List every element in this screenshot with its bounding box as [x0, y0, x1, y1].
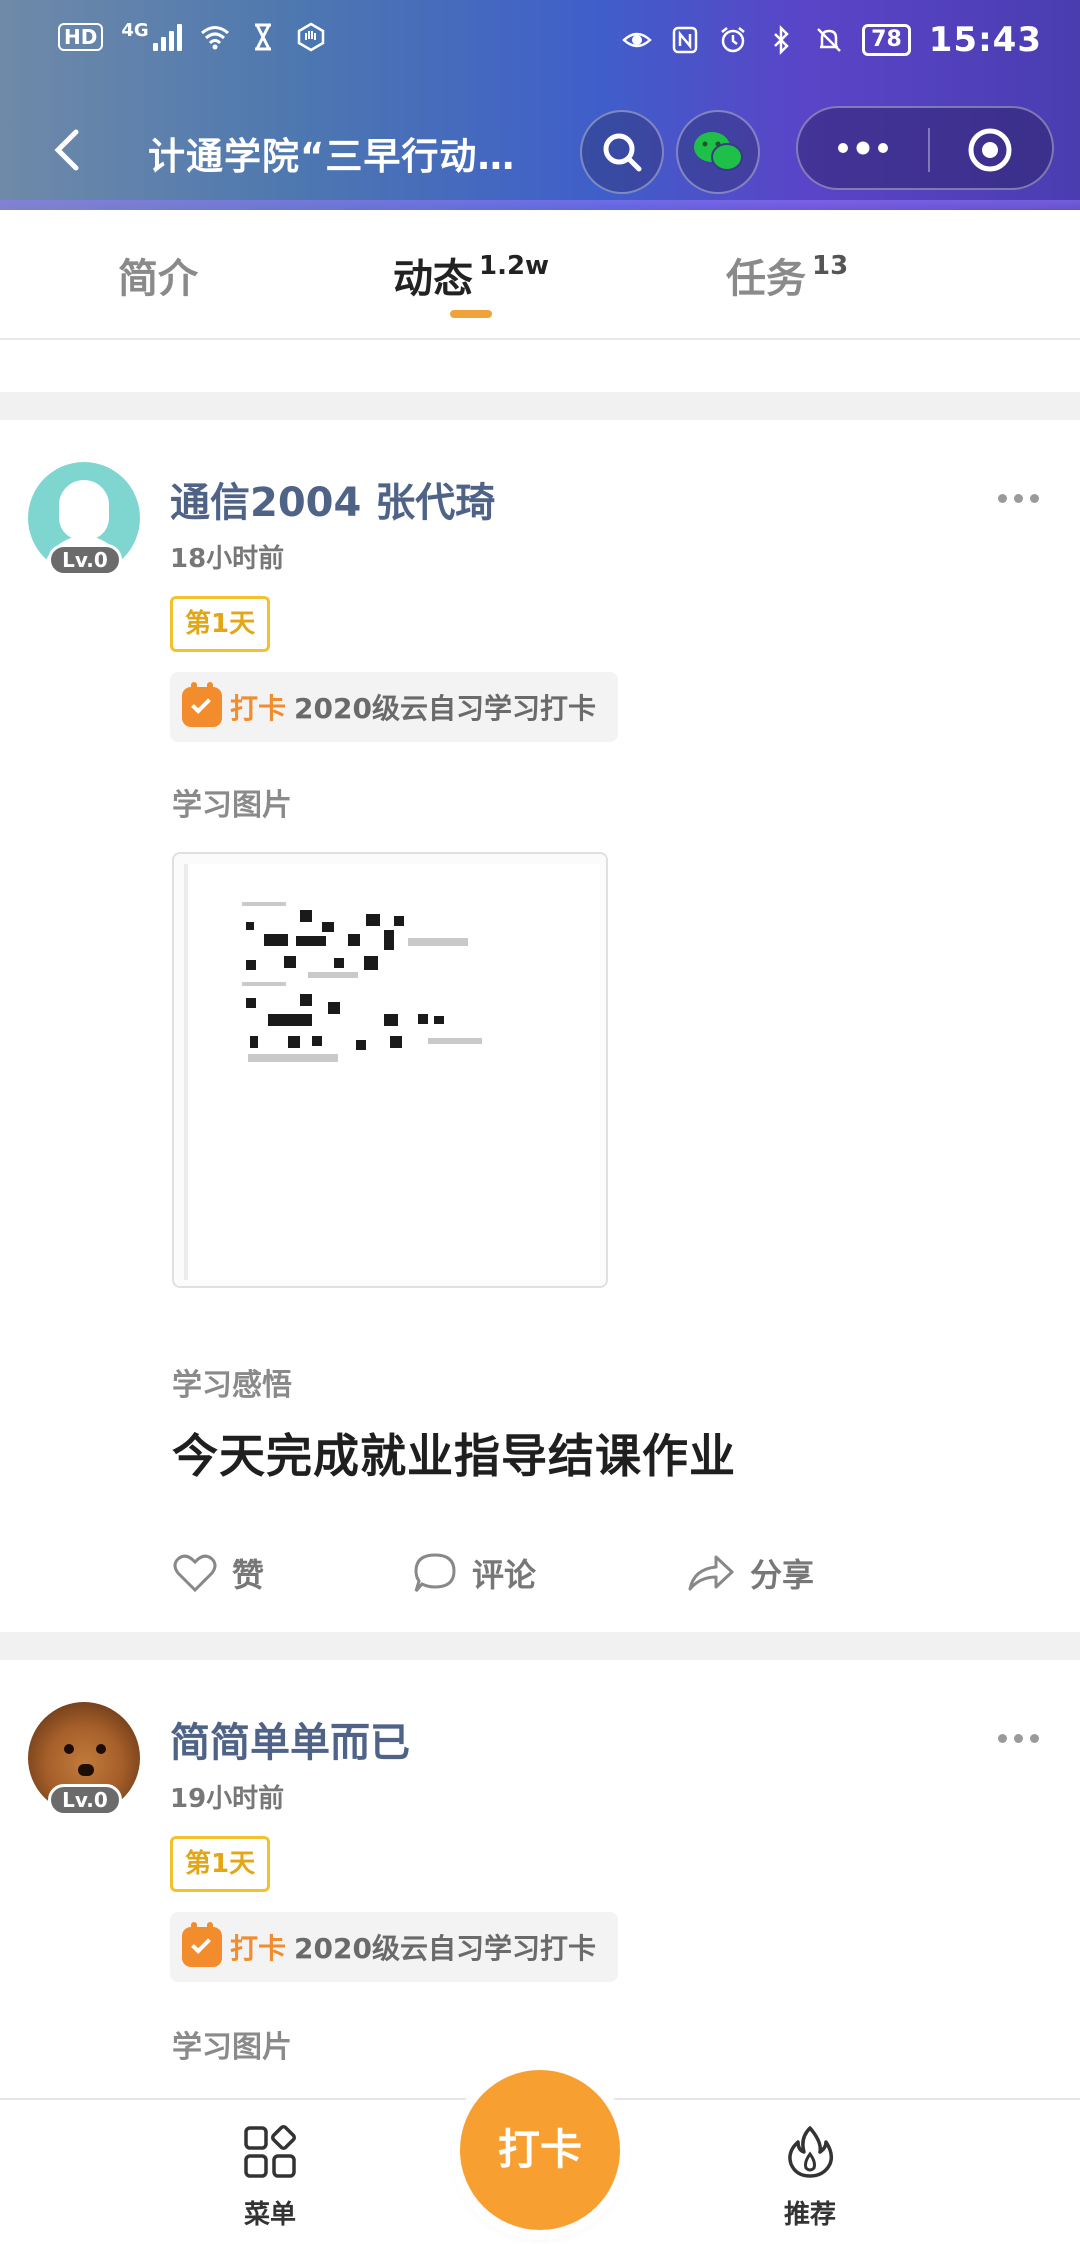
clock: 15:43 [928, 20, 1042, 60]
nfc-icon [672, 26, 698, 54]
comment-icon [414, 1553, 456, 1592]
like-label: 赞 [232, 1556, 265, 1594]
app-page: HD 4G 78 15:43 计通学院“三早行动… 简介 动态 1.2w 任务 … [0, 0, 1080, 2244]
level-badge: Lv.0 [48, 1784, 122, 1816]
tab-tasks-count: 13 [812, 251, 849, 281]
checkin-task-name: 2020级云自习学习打卡 [294, 692, 596, 725]
mute-icon [817, 28, 842, 52]
post-author[interactable]: 通信2004 张代琦 [170, 470, 495, 528]
day-badge: 第1天 [170, 1836, 271, 1892]
study-images-label: 学习图片 [172, 788, 292, 823]
battery-level: 78 [862, 24, 911, 56]
tab-feed-count: 1.2w [479, 251, 550, 281]
wechat-share-button[interactable] [676, 110, 760, 194]
navigation-bar: 计通学院“三早行动… [0, 100, 1080, 200]
share-icon [688, 1555, 734, 1591]
study-reflection-text: 今天完成就业指导结课作业 [172, 1429, 736, 1483]
search-icon [603, 133, 642, 172]
post-more-icon[interactable] [998, 494, 1039, 503]
recommend-button[interactable]: 推荐 [750, 2124, 870, 2231]
grid-menu-icon [244, 2124, 297, 2178]
post-actions: 赞 评论 分享 [0, 1542, 1080, 1602]
checkin-tag: 打卡 [230, 1932, 287, 1965]
tab-tasks[interactable]: 任务 13 [726, 246, 848, 304]
level-badge: Lv.0 [48, 544, 122, 576]
close-miniprogram-icon[interactable] [966, 126, 1014, 174]
hourglass-icon [254, 23, 271, 51]
divider [0, 1632, 1080, 1660]
post-time: 19小时前 [170, 1784, 285, 1814]
tab-intro-label: 简介 [118, 256, 198, 302]
checkin-task-link[interactable]: 打卡 2020级云自习学习打卡 [170, 1912, 618, 1982]
menu-button[interactable]: 菜单 [210, 2124, 330, 2231]
post-card: Lv.0 通信2004 张代琦 18小时前 第1天 打卡 2020级云自习学习打… [0, 420, 1080, 1632]
post-more-icon[interactable] [998, 1734, 1039, 1743]
checkin-fab-button[interactable]: 打卡 [460, 2070, 620, 2230]
tab-feed[interactable]: 动态 1.2w [393, 246, 549, 304]
menu-label: 菜单 [243, 2200, 296, 2230]
more-options-icon[interactable] [836, 138, 890, 158]
network-type: 4G [121, 19, 149, 41]
divider [0, 392, 1080, 420]
recommend-label: 推荐 [783, 2200, 836, 2230]
alarm-icon [721, 27, 745, 53]
post-time: 18小时前 [170, 544, 285, 574]
hand-icon [297, 22, 324, 52]
tab-bar: 简介 动态 1.2w 任务 13 [0, 210, 1080, 340]
hd-indicator: HD [58, 23, 104, 51]
calendar-check-icon [182, 682, 222, 727]
comment-label: 评论 [472, 1556, 537, 1594]
signal-icon [152, 23, 182, 51]
day-badge: 第1天 [170, 596, 271, 652]
post-author[interactable]: 简简单单而已 [170, 1710, 410, 1768]
tab-tasks-label: 任务 [726, 256, 806, 302]
calendar-check-icon [182, 1922, 222, 1967]
share-label: 分享 [750, 1556, 815, 1594]
checkin-task-link[interactable]: 打卡 2020级云自习学习打卡 [170, 672, 618, 742]
bluetooth-icon [774, 25, 789, 55]
tab-feed-label: 动态 [393, 256, 473, 302]
study-reflection-label: 学习感悟 [172, 1368, 292, 1403]
study-image[interactable] [172, 852, 608, 1288]
like-button[interactable]: 赞 [172, 1550, 264, 1596]
flame-icon [788, 2126, 834, 2178]
search-button[interactable] [580, 110, 664, 194]
post-card: Lv.0 简简单单而已 19小时前 第1天 打卡 2020级云自习学习打卡 学习… [0, 1660, 1080, 2100]
heart-icon [173, 1554, 217, 1593]
share-button[interactable]: 分享 [686, 1550, 814, 1596]
wifi-icon [200, 26, 229, 50]
eye-icon [622, 32, 652, 48]
wechat-icon [694, 132, 743, 171]
status-bar: HD 4G 78 15:43 [0, 0, 1080, 80]
checkin-tag: 打卡 [230, 692, 287, 725]
checkin-task-name: 2020级云自习学习打卡 [294, 1932, 596, 1965]
active-tab-indicator [450, 310, 492, 318]
tab-intro[interactable]: 简介 [118, 246, 198, 304]
page-title: 计通学院“三早行动… [148, 135, 516, 178]
previous-post-tail [0, 340, 1080, 392]
back-arrow-icon[interactable] [48, 126, 88, 174]
comment-button[interactable]: 评论 [412, 1550, 536, 1596]
miniprogram-capsule [796, 106, 1054, 190]
study-images-label: 学习图片 [172, 2030, 292, 2065]
